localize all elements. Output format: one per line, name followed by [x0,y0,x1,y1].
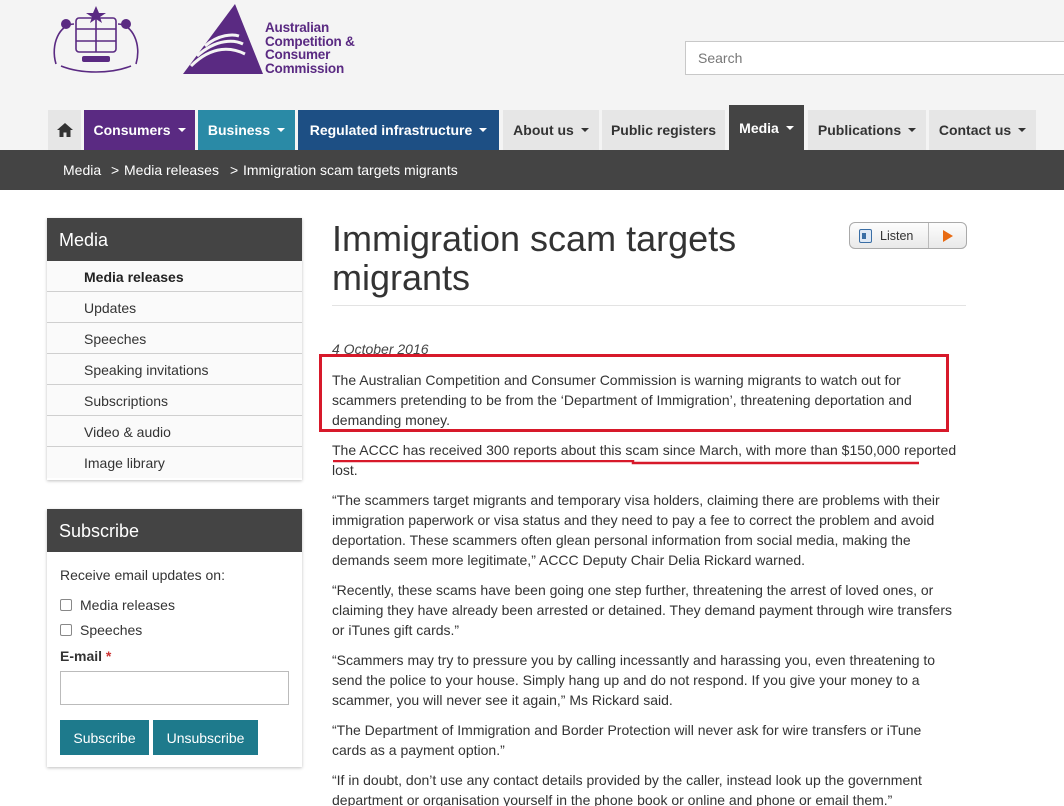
sidebar-item-media-releases[interactable]: Media releases [47,261,302,292]
nav-home[interactable] [48,110,81,150]
article-paragraph: “Scammers may try to pressure you by cal… [332,652,936,708]
checkbox-label: Speeches [80,622,143,638]
breadcrumb-separator: > [111,162,120,178]
subscribe-title: Subscribe [47,509,302,552]
nav-consumers[interactable]: Consumers [84,110,195,150]
accc-logo[interactable] [183,4,263,76]
subscribe-panel: Subscribe Receive email updates on: Medi… [47,509,302,767]
breadcrumb-current-page: Immigration scam targets migrants [243,162,458,178]
article-paragraph: “The Department of Immigration and Borde… [332,722,922,758]
breadcrumb: Media > Media releases > Immigration sca… [0,150,1064,190]
divider [928,223,929,248]
nav-label: About us [513,122,574,138]
accc-wordmark-line: Competition & [265,33,355,49]
subscribe-button[interactable]: Subscribe [60,720,149,755]
breadcrumb-separator: > [230,162,239,178]
listen-label: Listen [880,229,914,243]
listen-button[interactable]: Listen [849,222,967,249]
accc-wordmark-line: Australian [265,20,330,35]
caret-down-icon [277,128,286,132]
sidebar-title: Media [47,218,302,261]
divider [332,305,966,306]
accc-wordmark[interactable]: Australian Competition & Consumer Commis… [265,21,355,75]
email-label: E-mail * [60,648,111,664]
nav-publications[interactable]: Publications [808,110,926,150]
email-field[interactable] [60,671,289,705]
caret-down-icon [479,128,488,132]
sidebar-item-speaking-invitations[interactable]: Speaking invitations [47,354,302,385]
page-title-line: migrants [332,257,471,298]
home-icon [56,123,73,137]
article-paragraph: “Recently, these scams have been going o… [332,582,952,638]
search-input[interactable] [685,41,1064,75]
play-icon [943,230,953,242]
nav-public-registers[interactable]: Public registers [602,110,725,150]
checkbox-media-releases[interactable] [60,599,72,611]
media-sidebar: Media Media releases Updates Speeches Sp… [47,218,302,480]
caret-down-icon [785,125,794,130]
caret-down-icon [177,128,186,132]
sidebar-item-video-audio[interactable]: Video & audio [47,416,302,447]
nav-label: Business [207,122,271,138]
nav-label: Public registers [610,122,717,138]
main-nav: Consumers Business Regulated infrastruct… [0,105,1064,150]
nav-regulated-infrastructure[interactable]: Regulated infrastructure [298,110,499,150]
sidebar-item-subscriptions[interactable]: Subscriptions [47,385,302,416]
page-title-line: Immigration scam targets [332,218,737,259]
page-title: Immigration scam targets migrants [332,219,812,297]
nav-label: Publications [817,122,902,138]
article-paragraph: “The scammers target migrants and tempor… [332,492,940,568]
caret-down-icon [580,128,589,132]
checkbox-label: Media releases [80,597,175,613]
accc-wordmark-line: Commission [265,60,345,76]
breadcrumb-link-media-releases[interactable]: Media releases [124,162,219,178]
article-paragraph: “If in doubt, don’t use any contact deta… [332,772,922,806]
subscribe-prompt: Receive email updates on: [60,567,225,583]
email-label-text: E-mail [60,648,103,664]
caret-down-icon [908,128,917,132]
unsubscribe-button[interactable]: Unsubscribe [153,720,258,755]
coat-of-arms-logo[interactable] [46,4,146,74]
highlight-underline-annotation [333,460,919,465]
checkbox-speeches[interactable] [60,624,72,636]
sidebar-item-updates[interactable]: Updates [47,292,302,323]
accc-wordmark-line: Consumer [265,47,331,62]
nav-business[interactable]: Business [198,110,295,150]
nav-label: Contact us [938,122,1012,138]
required-mark: * [105,648,112,664]
nav-contact-us[interactable]: Contact us [929,110,1036,150]
nav-label: Regulated infrastructure [309,122,473,138]
sidebar-item-speeches[interactable]: Speeches [47,323,302,354]
breadcrumb-link-media[interactable]: Media [63,162,101,178]
nav-media[interactable]: Media [729,105,804,150]
nav-label: Consumers [93,122,171,138]
nav-about-us[interactable]: About us [503,110,599,150]
speaker-icon [859,229,872,243]
caret-down-icon [1018,128,1027,132]
sidebar-item-image-library[interactable]: Image library [47,447,302,478]
highlight-box-annotation [319,354,949,432]
nav-label: Media [739,119,779,136]
